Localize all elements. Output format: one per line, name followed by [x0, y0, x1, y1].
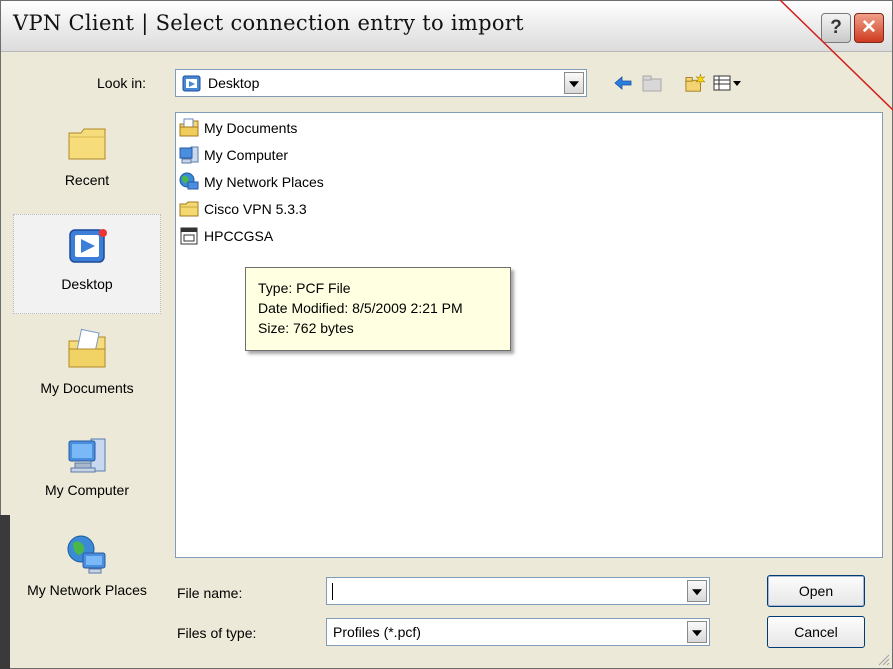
- desktop-small-icon: [182, 75, 201, 92]
- file-name-label: File name:: [177, 585, 243, 601]
- tooltip-type: Type: PCF File: [258, 280, 351, 296]
- file-name: HPCCGSA: [204, 228, 274, 244]
- background-edge: [0, 515, 10, 669]
- window-title: VPN Client | Select connection entry to …: [13, 11, 524, 35]
- place-label: My Documents: [40, 380, 134, 396]
- up-folder-icon[interactable]: [641, 73, 663, 93]
- place-label: My Computer: [44, 482, 130, 498]
- file-name: My Computer: [204, 147, 289, 163]
- back-icon[interactable]: [613, 73, 633, 93]
- file-name: My Network Places: [204, 174, 324, 190]
- place-recent[interactable]: Recent: [13, 111, 161, 211]
- help-button[interactable]: ?: [821, 13, 851, 43]
- place-desktop[interactable]: Desktop: [13, 214, 161, 314]
- file-name-dropdown-arrow[interactable]: [687, 580, 707, 602]
- files-of-type-value: Profiles (*.pcf): [333, 624, 421, 640]
- list-item[interactable]: Cisco VPN 5.3.3: [179, 197, 307, 221]
- place-label: Recent: [64, 172, 110, 188]
- list-item[interactable]: My Documents: [179, 116, 297, 140]
- list-item[interactable]: My Computer: [179, 143, 288, 167]
- files-of-type-label: Files of type:: [177, 625, 257, 641]
- look-in-label: Look in:: [97, 75, 147, 91]
- view-menu-icon[interactable]: [713, 73, 743, 93]
- file-name-input[interactable]: [326, 577, 710, 605]
- file-info-tooltip: Type: PCF File Date Modified: 8/5/2009 2…: [245, 267, 511, 351]
- tooltip-date-modified: Date Modified: 8/5/2009 2:21 PM: [258, 300, 463, 316]
- text-cursor: [332, 583, 333, 600]
- look-in-value: Desktop: [208, 75, 260, 91]
- my-computer-icon: [68, 438, 106, 473]
- place-my-documents[interactable]: My Documents: [13, 317, 161, 417]
- tooltip-size: Size: 762 bytes: [258, 320, 354, 336]
- files-of-type-dropdown[interactable]: Profiles (*.pcf): [326, 618, 710, 646]
- place-label: My Network Places: [27, 582, 147, 598]
- pcf-file-icon: [180, 227, 198, 245]
- computer-icon: [179, 146, 199, 164]
- my-documents-icon: [68, 328, 106, 368]
- desktop-icon: [69, 229, 107, 263]
- close-button[interactable]: ✕: [854, 13, 884, 43]
- file-name: Cisco VPN 5.3.3: [204, 201, 307, 217]
- look-in-dropdown[interactable]: Desktop: [175, 69, 587, 97]
- resize-grip-icon[interactable]: [876, 652, 890, 666]
- folder-icon: [179, 201, 199, 217]
- file-open-dialog: VPN Client | Select connection entry to …: [0, 0, 893, 669]
- place-my-computer[interactable]: My Computer: [13, 423, 161, 523]
- cancel-button[interactable]: Cancel: [767, 616, 865, 648]
- recent-folder-icon: [68, 128, 106, 160]
- network-icon: [179, 172, 199, 190]
- network-places-icon: [67, 535, 106, 574]
- new-folder-icon[interactable]: [683, 73, 707, 93]
- documents-folder-icon: [179, 118, 199, 137]
- open-button[interactable]: Open: [767, 575, 865, 607]
- places-bar: Recent Desktop My Documents My Computer …: [13, 111, 163, 656]
- list-item[interactable]: My Network Places: [179, 170, 324, 194]
- files-of-type-dropdown-arrow[interactable]: [687, 621, 707, 643]
- list-item[interactable]: HPCCGSA: [179, 224, 273, 248]
- place-my-network-places[interactable]: My Network Places: [13, 523, 161, 623]
- look-in-dropdown-arrow[interactable]: [564, 72, 584, 94]
- file-name: My Documents: [204, 120, 298, 136]
- title-bar[interactable]: VPN Client | Select connection entry to …: [1, 1, 892, 52]
- place-label: Desktop: [61, 276, 113, 292]
